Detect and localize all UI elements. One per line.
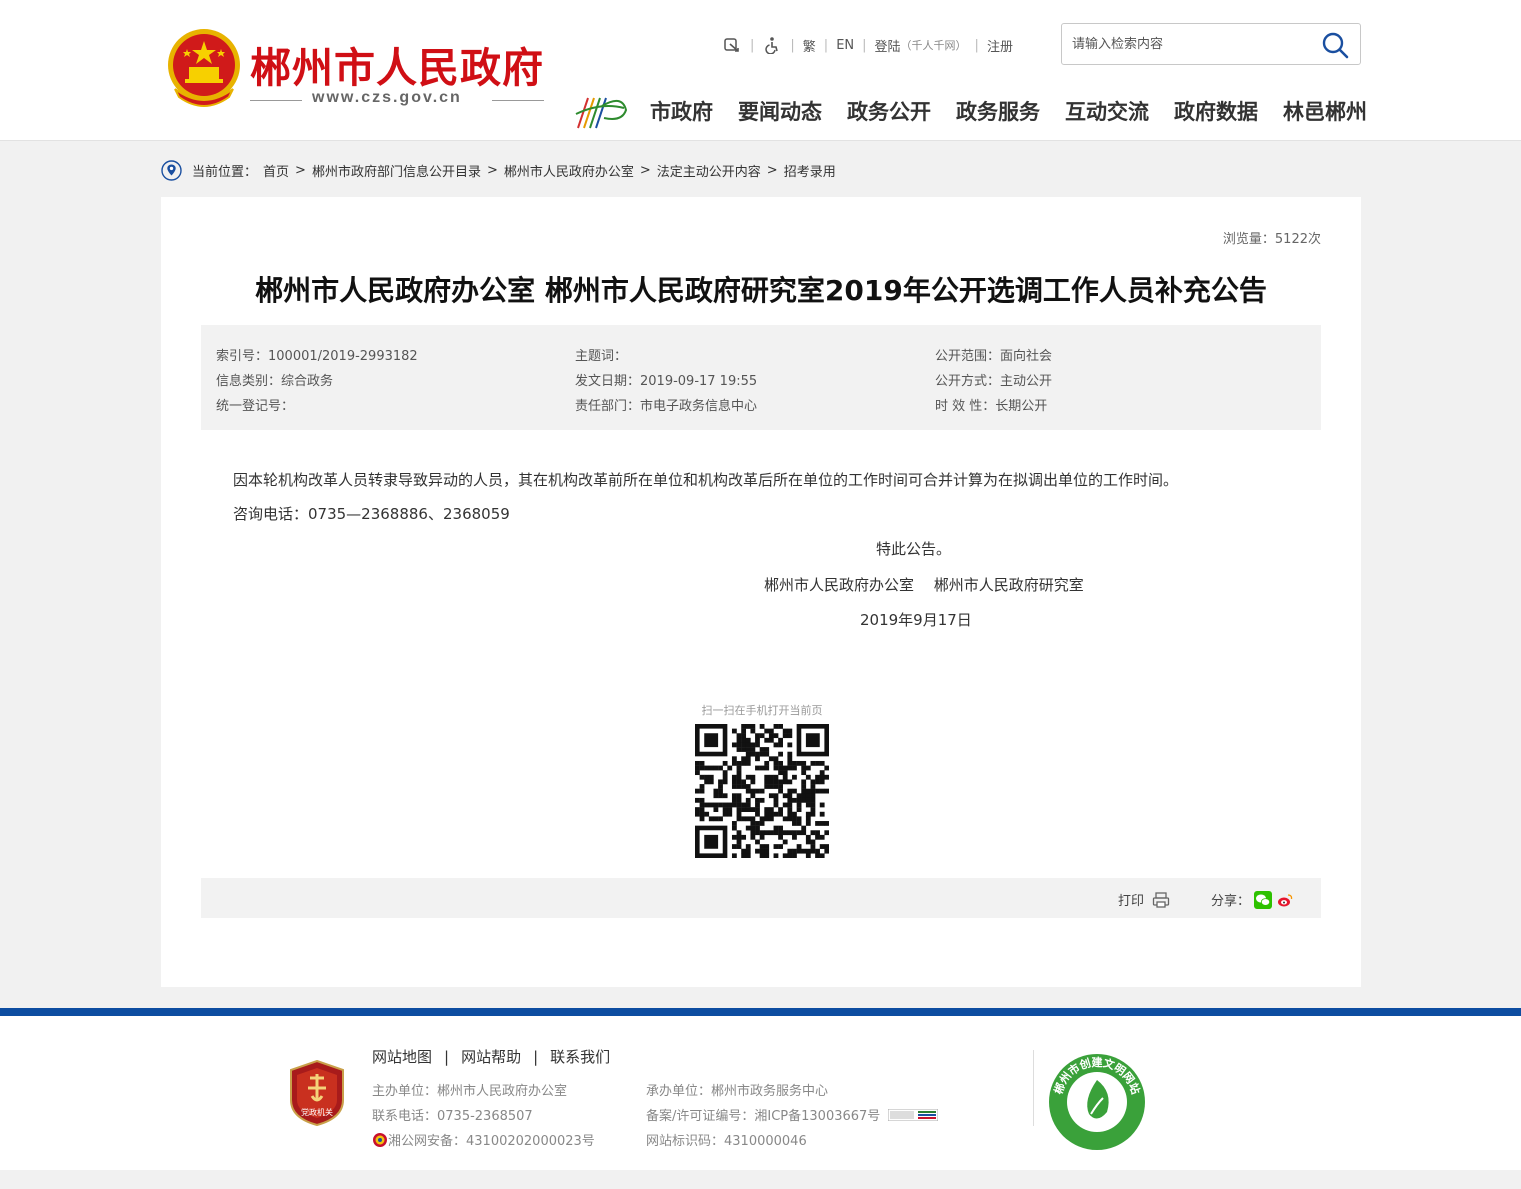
breadcrumb-separator: > xyxy=(295,162,306,178)
share-block: 分享： xyxy=(1211,890,1295,909)
party-badge-icon[interactable]: 党政机关 xyxy=(290,1060,344,1126)
nav-item-government-affairs-disclosure[interactable]: 政务公开 xyxy=(847,96,931,126)
footer-icp-text: 备案/许可证编号：湘ICP备13003667号 xyxy=(646,1109,881,1124)
breadcrumb-separator: > xyxy=(639,162,651,178)
footer-police-text: 湘公网安备：43100202000023号 xyxy=(388,1134,595,1149)
footer-divider xyxy=(1033,1050,1034,1126)
party-badge-text: 党政机关 xyxy=(301,1107,333,1117)
footer-link-separator: | xyxy=(533,1047,539,1066)
nav-item-government-data[interactable]: 政府数据 xyxy=(1174,96,1258,126)
register-link[interactable]: 注册 xyxy=(987,36,1013,55)
breadcrumb-disclosure[interactable]: 法定主动公开内容 xyxy=(657,161,761,180)
footer-phone: 联系电话：0735-2368507 xyxy=(372,1109,533,1124)
search-icon[interactable] xyxy=(1320,30,1350,60)
breadcrumb-catalog[interactable]: 郴州市政府部门信息公开目录 xyxy=(312,161,481,180)
footer-link-contact[interactable]: 联系我们 xyxy=(550,1046,610,1067)
tool-separator: | xyxy=(750,37,755,53)
print-button[interactable]: 打印 xyxy=(1118,890,1170,909)
meta-publish-date: 发文日期：2019-09-17 19:55 xyxy=(575,374,758,389)
nav-item-interaction[interactable]: 互动交流 xyxy=(1065,96,1149,126)
qr-caption: 扫一扫在手机打开当前页 xyxy=(701,704,823,717)
breadcrumb-separator: > xyxy=(486,162,498,178)
site-footer: 党政机关 网站地图 | 网站帮助 | 联系我们 主办单位：郴州市人民政府办公室 … xyxy=(0,1008,1521,1170)
meta-index-no: 索引号：100001/2019-2993182 xyxy=(216,349,418,364)
article-title: 郴州市人民政府办公室 郴州市人民政府研究室2019年公开选调工作人员补充公告 xyxy=(255,274,1267,307)
breadcrumb: 当前位置： 首页 > 郴州市政府部门信息公开目录 > 郴州市人民政府办公室 > … xyxy=(161,158,836,182)
accessibility-icon[interactable] xyxy=(722,35,742,55)
meta-reg-no: 统一登记号： xyxy=(216,399,295,414)
tool-separator: | xyxy=(823,37,829,53)
login-note: （千人千网） xyxy=(900,39,967,52)
footer-link-sitemap[interactable]: 网站地图 xyxy=(372,1046,432,1067)
breadcrumb-office[interactable]: 郴州市人民政府办公室 xyxy=(504,161,634,180)
top-tools: | | 繁 | EN | 登陆 （千人千网） | 注册 xyxy=(722,34,1013,56)
view-count: 浏览量：5122次 xyxy=(1222,232,1321,247)
search-box xyxy=(1061,23,1361,65)
civilization-badge-icon[interactable]: 郴州市创建文明网站 xyxy=(1047,1052,1147,1152)
wheelchair-icon[interactable] xyxy=(762,35,782,55)
login-link[interactable]: 登陆 xyxy=(875,36,901,55)
emblem-icon[interactable] xyxy=(165,27,243,111)
article-signature: 郴州市人民政府办公室 郴州市人民政府研究室 xyxy=(764,576,1084,594)
site-header: 郴州市人民政府 www.czs.gov.cn | | 繁 | EN | 登陆 （… xyxy=(0,0,1521,141)
footer-link-help[interactable]: 网站帮助 xyxy=(461,1046,521,1067)
breadcrumb-separator: > xyxy=(766,162,778,178)
meta-scope: 公开范围：面向社会 xyxy=(935,349,1053,364)
breadcrumb-home[interactable]: 首页 xyxy=(263,161,289,180)
meta-validity: 时 效 性：长期公开 xyxy=(935,399,1048,414)
police-badge-icon xyxy=(373,1132,387,1147)
weibo-icon[interactable] xyxy=(1276,890,1295,909)
article-card: 浏览量：5122次 郴州市人民政府办公室 郴州市人民政府研究室2019年公开选调… xyxy=(161,197,1361,987)
tool-separator: | xyxy=(862,37,867,53)
footer-police-record[interactable]: 湘公网安备：43100202000023号 xyxy=(372,1130,595,1149)
nav-item-news[interactable]: 要闻动态 xyxy=(738,96,822,126)
breadcrumb-recruitment[interactable]: 招考录用 xyxy=(784,161,836,180)
icp-badge-icon xyxy=(888,1108,939,1121)
location-pin-icon xyxy=(161,159,182,181)
share-label: 分享： xyxy=(1211,894,1251,909)
article-paragraph: 咨询电话：0735—2368886、2368059 xyxy=(233,505,510,523)
nav-item-linyi-chenzhou[interactable]: 林邑郴州 xyxy=(1283,96,1367,126)
wechat-icon[interactable] xyxy=(1254,890,1273,909)
footer-host: 主办单位：郴州市人民政府办公室 xyxy=(372,1084,568,1099)
city-logo-icon[interactable] xyxy=(574,92,628,132)
meta-method: 公开方式：主动公开 xyxy=(935,374,1053,389)
qr-code xyxy=(695,724,829,858)
footer-organizer: 承办单位：郴州市政务服务中心 xyxy=(646,1084,829,1099)
article-paragraph: 因本轮机构改革人员转隶导致异动的人员，其在机构改革前所在单位和机构改革后所在单位… xyxy=(233,471,1179,489)
traditional-chinese-link[interactable]: 繁 xyxy=(803,36,816,55)
english-link[interactable]: EN xyxy=(836,38,854,53)
print-icon xyxy=(1152,891,1170,908)
divider-line-left xyxy=(250,100,302,101)
meta-subject: 主题词： xyxy=(575,349,628,364)
footer-links: 网站地图 | 网站帮助 | 联系我们 xyxy=(372,1046,610,1067)
search-input[interactable] xyxy=(1072,34,1312,54)
nav-item-government-services[interactable]: 政务服务 xyxy=(956,96,1040,126)
site-url-line: www.czs.gov.cn xyxy=(250,89,546,111)
article-meta: 索引号：100001/2019-2993182 主题词： 公开范围：面向社会 信… xyxy=(201,325,1321,430)
article-closing: 特此公告。 xyxy=(876,540,952,558)
tool-separator: | xyxy=(974,37,979,53)
site-url: www.czs.gov.cn xyxy=(312,89,462,106)
tool-separator: | xyxy=(790,37,795,53)
footer-link-separator: | xyxy=(444,1047,450,1066)
bottom-strip xyxy=(0,1170,1521,1189)
footer-site-code: 网站标识码：4310000046 xyxy=(646,1134,807,1149)
divider-line-right xyxy=(492,100,544,101)
main-nav: 市政府 要闻动态 政务公开 政务服务 互动交流 政府数据 林邑郴州 xyxy=(650,96,1367,126)
site-name[interactable]: 郴州市人民政府 xyxy=(250,34,544,94)
article-date: 2019年9月17日 xyxy=(860,611,972,629)
meta-category: 信息类别：综合政务 xyxy=(216,374,334,389)
print-label: 打印 xyxy=(1118,894,1145,909)
meta-department: 责任部门：市电子政务信息中心 xyxy=(575,399,758,414)
breadcrumb-label: 当前位置： xyxy=(192,164,258,180)
footer-icp-record[interactable]: 备案/许可证编号：湘ICP备13003667号 xyxy=(646,1105,939,1124)
nav-item-city-government[interactable]: 市政府 xyxy=(650,96,713,126)
article-actions: 打印 分享： xyxy=(201,878,1321,918)
qr-block: 扫一扫在手机打开当前页 xyxy=(695,702,829,858)
